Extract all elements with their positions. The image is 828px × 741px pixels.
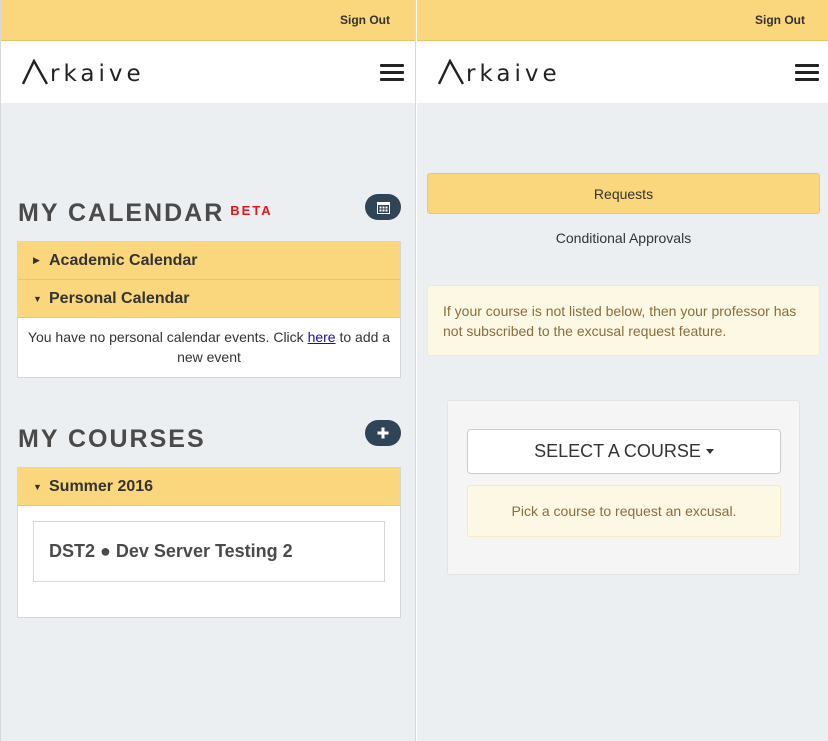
courses-accordion: ▼ Summer 2016 DST2 ● Dev Server Testing … xyxy=(17,467,401,618)
calendar-title: MY CALENDAR xyxy=(18,199,225,227)
left-panel: Sign Out rkaive MY CALENDAR BETA ▶ Academ… xyxy=(0,0,416,741)
personal-calendar-message: You have no personal calendar events. Cl… xyxy=(27,329,308,345)
top-bar: Sign Out xyxy=(1,0,415,41)
academic-calendar-header[interactable]: ▶ Academic Calendar xyxy=(18,242,400,280)
arkaive-logo[interactable]: rkaive xyxy=(438,55,561,87)
add-event-link[interactable]: here xyxy=(308,329,336,345)
academic-calendar-label: Academic Calendar xyxy=(49,251,198,269)
course-card[interactable]: DST2 ● Dev Server Testing 2 xyxy=(33,521,385,582)
chevron-down-icon xyxy=(705,449,714,454)
requests-tab[interactable]: Requests xyxy=(427,173,820,214)
plus-icon xyxy=(377,427,389,439)
arkaive-logo[interactable]: rkaive xyxy=(22,55,145,87)
logo-text: rkaive xyxy=(466,61,561,87)
term-label: Summer 2016 xyxy=(49,477,154,495)
caret-down-icon: ▼ xyxy=(33,293,42,304)
sign-out-link[interactable]: Sign Out xyxy=(340,13,390,27)
calendar-button[interactable] xyxy=(365,194,401,220)
sign-out-link[interactable]: Sign Out xyxy=(755,13,805,27)
caret-down-icon: ▼ xyxy=(33,481,42,492)
courses-heading: MY COURSES xyxy=(18,425,206,454)
conditional-approvals-tab[interactable]: Conditional Approvals xyxy=(427,230,820,246)
personal-calendar-header[interactable]: ▼ Personal Calendar xyxy=(18,280,400,318)
select-course-label: SELECT A COURSE xyxy=(534,441,701,461)
courses-title: MY COURSES xyxy=(18,425,206,453)
pick-course-notice: Pick a course to request an excusal. xyxy=(467,485,781,537)
caret-right-icon: ▶ xyxy=(33,255,40,265)
logo-text: rkaive xyxy=(50,61,145,87)
term-header[interactable]: ▼ Summer 2016 xyxy=(18,468,400,506)
hamburger-menu-icon[interactable] xyxy=(380,64,404,82)
logo-a-icon xyxy=(438,59,464,85)
hamburger-menu-icon[interactable] xyxy=(795,64,819,82)
personal-calendar-body: You have no personal calendar events. Cl… xyxy=(18,318,400,377)
excusal-notice: If your course is not listed below, then… xyxy=(427,285,820,356)
beta-badge: BETA xyxy=(230,203,273,218)
top-bar: Sign Out xyxy=(417,0,828,41)
navbar: rkaive xyxy=(1,41,415,103)
logo-a-icon xyxy=(22,59,48,85)
select-course-dropdown[interactable]: SELECT A COURSE xyxy=(467,429,781,474)
personal-calendar-label: Personal Calendar xyxy=(49,289,190,307)
calendar-accordion: ▶ Academic Calendar ▼ Personal Calendar … xyxy=(17,241,401,378)
course-select-panel: SELECT A COURSE Pick a course to request… xyxy=(447,400,800,575)
add-course-button[interactable] xyxy=(365,420,401,446)
right-panel: Sign Out rkaive Requests Conditional App… xyxy=(417,0,828,741)
navbar: rkaive xyxy=(417,41,828,103)
calendar-heading: MY CALENDAR BETA xyxy=(18,199,273,228)
calendar-icon xyxy=(376,201,390,214)
